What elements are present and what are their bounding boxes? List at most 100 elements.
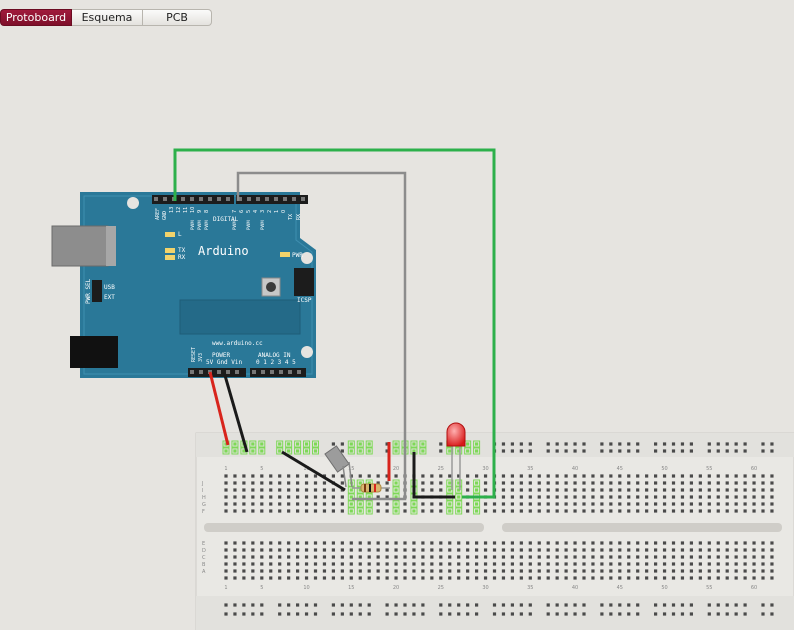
breadboard-hole[interactable] [654,481,658,485]
breadboard-hole[interactable] [680,442,685,446]
breadboard-hole[interactable] [636,481,640,485]
breadboard-hole[interactable] [519,612,523,616]
breadboard-hole[interactable] [358,541,362,545]
breadboard-hole[interactable] [600,548,604,552]
breadboard-hole[interactable] [743,509,747,513]
breadboard-hole[interactable] [761,576,765,580]
breadboard-hole[interactable] [448,548,452,552]
breadboard-hole[interactable] [698,562,702,566]
breadboard-hole[interactable] [349,569,353,573]
breadboard-hole[interactable] [296,612,300,616]
breadboard-hole[interactable] [725,474,729,478]
breadboard-hole[interactable] [242,502,246,506]
breadboard-hole[interactable] [340,569,344,573]
breadboard-hole[interactable] [448,576,452,580]
breadboard-hole[interactable] [573,541,577,545]
breadboard-hole[interactable] [287,541,291,545]
breadboard-hole[interactable] [260,562,264,566]
breadboard-hole[interactable] [501,502,506,506]
breadboard-hole[interactable] [331,495,335,499]
breadboard-hole[interactable] [439,474,443,478]
breadboard-hole[interactable] [591,541,595,545]
breadboard-hole[interactable] [421,502,425,506]
breadboard-hole[interactable] [734,449,738,453]
breadboard-hole[interactable] [618,562,622,566]
breadboard-hole[interactable] [537,569,541,573]
breadboard-hole[interactable] [251,612,255,616]
breadboard-hole[interactable] [439,562,443,566]
breadboard-hole[interactable] [743,495,747,499]
breadboard-hole[interactable] [564,495,568,499]
breadboard-hole[interactable] [627,541,631,545]
breadboard-hole[interactable] [546,555,550,559]
breadboard-hole[interactable] [358,569,362,573]
breadboard-hole[interactable] [725,576,729,580]
breadboard-hole[interactable] [555,481,559,485]
breadboard-hole[interactable] [645,481,649,485]
breadboard-hole[interactable] [269,555,273,559]
breadboard-hole[interactable] [394,449,398,453]
breadboard-hole[interactable] [358,555,362,559]
breadboard-hole[interactable] [322,488,327,492]
breadboard-hole[interactable] [313,474,318,478]
breadboard-hole[interactable] [734,555,738,559]
breadboard-hole[interactable] [349,442,353,446]
breadboard-hole[interactable] [439,502,443,506]
breadboard-hole[interactable] [510,495,514,499]
breadboard-hole[interactable] [573,449,577,453]
breadboard-hole[interactable] [492,502,497,506]
breadboard-hole[interactable] [528,576,532,580]
breadboard-hole[interactable] [331,576,335,580]
breadboard-hole[interactable] [296,603,300,607]
breadboard-hole[interactable] [349,449,353,453]
breadboard-hole[interactable] [322,548,327,552]
breadboard-hole[interactable] [385,509,389,513]
breadboard-hole[interactable] [439,481,443,485]
breadboard-hole[interactable] [475,612,479,616]
breadboard-hole[interactable] [734,488,738,492]
breadboard-hole[interactable] [591,495,595,499]
breadboard-hole[interactable] [501,488,506,492]
breadboard-hole[interactable] [403,541,407,545]
breadboard-hole[interactable] [698,481,702,485]
breadboard-hole[interactable] [770,603,774,607]
breadboard-hole[interactable] [734,481,738,485]
header-pin[interactable] [190,197,194,201]
breadboard-hole[interactable] [304,548,309,552]
breadboard-hole[interactable] [662,488,667,492]
header-pin[interactable] [252,370,256,374]
breadboard-hole[interactable] [689,509,693,513]
breadboard-hole[interactable] [501,442,506,446]
breadboard-hole[interactable] [752,488,756,492]
breadboard-hole[interactable] [385,548,389,552]
breadboard-hole[interactable] [296,555,300,559]
breadboard-hole[interactable] [618,612,622,616]
breadboard-hole[interactable] [600,442,604,446]
header-pin[interactable] [261,370,265,374]
breadboard-hole[interactable] [269,576,273,580]
breadboard-hole[interactable] [671,541,676,545]
breadboard-hole[interactable] [761,569,765,573]
breadboard-hole[interactable] [260,603,264,607]
breadboard-hole[interactable] [743,449,747,453]
breadboard-hole[interactable] [725,502,729,506]
breadboard-hole[interactable] [403,612,407,616]
breadboard-hole[interactable] [671,474,676,478]
breadboard-hole[interactable] [448,488,452,492]
breadboard-hole[interactable] [260,576,264,580]
breadboard-hole[interactable] [233,488,237,492]
breadboard-hole[interactable] [743,488,747,492]
breadboard-hole[interactable] [582,442,586,446]
breadboard-hole[interactable] [296,509,300,513]
breadboard-hole[interactable] [519,488,523,492]
breadboard-hole[interactable] [725,488,729,492]
breadboard-hole[interactable] [269,509,273,513]
breadboard-hole[interactable] [510,576,514,580]
breadboard-hole[interactable] [466,488,470,492]
breadboard-hole[interactable] [519,541,523,545]
breadboard-hole[interactable] [251,442,255,446]
breadboard-hole[interactable] [394,548,398,552]
breadboard-hole[interactable] [340,509,344,513]
breadboard-hole[interactable] [609,474,613,478]
breadboard-hole[interactable] [331,603,335,607]
